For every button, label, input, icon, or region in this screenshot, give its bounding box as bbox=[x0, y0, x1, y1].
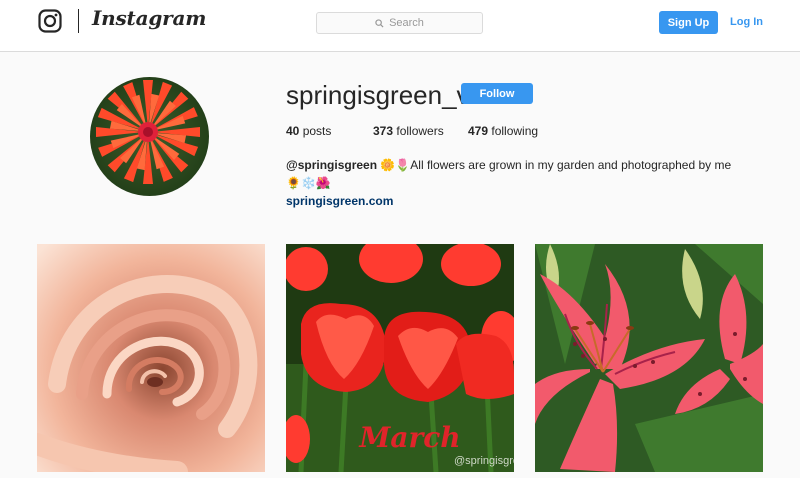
lilies-photo bbox=[535, 244, 763, 472]
profile-bio: @springisgreen 🌼🌷All flowers are grown i… bbox=[286, 156, 746, 192]
follow-button[interactable]: Follow bbox=[461, 83, 533, 104]
watermark-text: @springisgreen bbox=[454, 455, 514, 467]
post-thumbnail[interactable] bbox=[37, 244, 265, 472]
following-label: following bbox=[491, 124, 539, 138]
bio-text: All flowers are grown in my garden and p… bbox=[410, 158, 732, 172]
rose-photo bbox=[37, 244, 265, 472]
post-thumbnail[interactable]: March @springisgreen bbox=[286, 244, 514, 472]
logo-divider bbox=[78, 9, 79, 33]
posts-label: posts bbox=[302, 124, 332, 138]
search-placeholder: Search bbox=[389, 17, 424, 29]
followers-count: 373 bbox=[373, 124, 394, 138]
profile-stats: 40 posts 373 followers 479 following bbox=[286, 124, 538, 138]
bio-emoji-1: 🌼🌷 bbox=[380, 158, 411, 172]
bio-handle: @springisgreen bbox=[286, 158, 378, 172]
overlay-caption: March bbox=[358, 421, 460, 454]
following-count: 479 bbox=[468, 124, 489, 138]
posts-count: 40 bbox=[286, 124, 300, 138]
profile-website-link[interactable]: springisgreen.com bbox=[286, 194, 393, 208]
tulips-photo: March @springisgreen bbox=[286, 244, 514, 472]
top-navbar: Instagram Search Sign Up Log In bbox=[0, 0, 800, 52]
signup-button[interactable]: Sign Up bbox=[659, 11, 718, 34]
login-link[interactable]: Log In bbox=[730, 16, 763, 28]
followers-label: followers bbox=[396, 124, 444, 138]
search-input[interactable]: Search bbox=[316, 12, 483, 34]
posts-stat: 40 posts bbox=[286, 124, 373, 138]
avatar bbox=[90, 77, 209, 196]
instagram-wordmark[interactable]: Instagram bbox=[92, 6, 206, 30]
post-thumbnail[interactable] bbox=[535, 244, 763, 472]
instagram-icon[interactable] bbox=[38, 9, 62, 33]
followers-stat[interactable]: 373 followers bbox=[373, 124, 468, 138]
profile-username: springisgreen_v bbox=[286, 80, 470, 110]
search-icon bbox=[375, 18, 384, 28]
following-stat[interactable]: 479 following bbox=[468, 124, 538, 138]
bio-emoji-2: 🌻❄️🌺 bbox=[286, 176, 331, 190]
